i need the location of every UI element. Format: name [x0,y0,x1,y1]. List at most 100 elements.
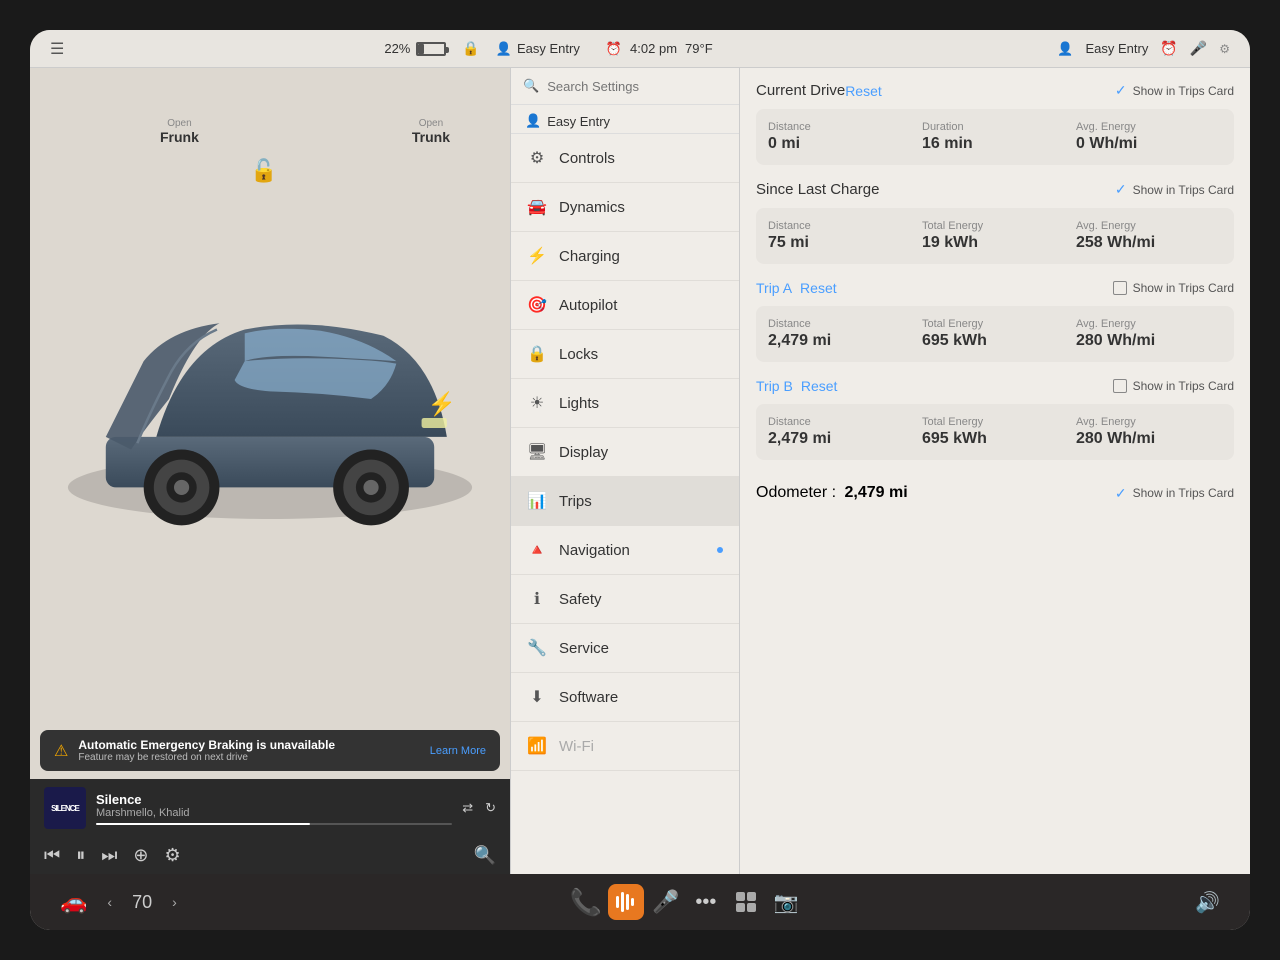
charge-avg-energy-cell: Avg. Energy 258 Wh/mi [1076,220,1222,252]
service-label: Service [559,640,609,657]
search-music-button[interactable]: 🔍 [474,845,496,866]
trip-a-checkbox[interactable] [1113,281,1127,295]
trip-b-grid: Distance 2,479 mi Total Energy 695 kWh A… [756,404,1234,460]
search-input[interactable] [547,79,727,94]
navigation-icon: 🔺 [527,540,547,560]
menu-item-wifi[interactable]: 📶 Wi-Fi [511,722,739,771]
current-distance-cell: Distance 0 mi [768,121,914,153]
navigation-label: Navigation [559,542,630,559]
camera-icon[interactable]: 📷 [768,884,804,920]
profile-icon: 👤 [496,41,512,57]
search-bar[interactable]: 🔍 [511,68,739,105]
trip-b-title: Trip B [756,378,793,394]
frunk-label[interactable]: Open Frunk [160,118,199,145]
prev-track-button[interactable]: ⏮ [44,845,60,866]
voice-assistant-icon[interactable] [608,884,644,920]
profile-header-icon: 👤 [525,113,541,129]
settings-profile-header: 👤 Easy Entry [511,105,739,134]
menu-item-service[interactable]: 🔧 Service [511,624,739,673]
since-charge-title: Since Last Charge [756,181,879,198]
current-drive-header: Current Drive Reset ✓ Show in Trips Card [756,82,1234,99]
menu-item-navigation[interactable]: 🔺 Navigation [511,526,739,575]
controls-label: Controls [559,150,615,167]
current-energy-cell: Avg. Energy 0 Wh/mi [1076,121,1222,153]
trip-a-energy-cell: Total Energy 695 kWh [922,318,1068,350]
equalizer-button[interactable]: ⚙ [165,845,181,866]
odometer-show-trips[interactable]: ✓ Show in Trips Card [1115,485,1234,502]
menu-item-display[interactable]: 🖥 Display [511,428,739,477]
profile-name[interactable]: Easy Entry [517,41,580,56]
menu-item-software[interactable]: ⬇ Software [511,673,739,722]
alarm-icon: ⏰ [606,41,622,57]
display-label: Display [559,444,608,461]
trip-a-reset[interactable]: Reset [800,280,837,296]
music-info: Silence Marshmello, Khalid [96,792,452,825]
menu-item-autopilot[interactable]: 🎯 Autopilot [511,281,739,330]
trips-icon: 📊 [527,491,547,511]
service-icon: 🔧 [527,638,547,658]
music-player: SILENCE Silence Marshmello, Khalid ⇄ ↻ [30,779,510,837]
software-icon: ⬇ [527,687,547,707]
menu-item-locks[interactable]: 🔒 Locks [511,330,739,379]
music-artist: Marshmello, Khalid [96,807,452,819]
odometer-checkbox[interactable]: ✓ [1115,485,1127,502]
trip-a-distance-value: 2,479 mi [768,332,914,350]
wifi-label: Wi-Fi [559,738,594,755]
extra-icon-1: ⚙ [1219,42,1230,56]
since-charge-show-trips[interactable]: ✓ Show in Trips Card [1115,181,1234,198]
dynamics-icon: 🚘 [527,197,547,217]
mic-taskbar-icon[interactable]: 🎤 [648,884,684,920]
trunk-open-label: Open [412,118,450,129]
trip-b-checkbox[interactable] [1113,379,1127,393]
trip-a-distance-label: Distance [768,318,914,330]
trip-b-total-energy-label: Total Energy [922,416,1068,428]
current-drive-checkbox[interactable]: ✓ [1115,82,1127,99]
trip-a-show-trips[interactable]: Show in Trips Card [1113,281,1234,295]
menu-icon[interactable]: ☰ [50,39,64,59]
menu-item-trips[interactable]: 📊 Trips [511,477,739,526]
trip-b-distance-value: 2,479 mi [768,430,914,448]
trips-label: Trips [559,493,592,510]
odometer-value: 2,479 mi [844,484,907,501]
trunk-label[interactable]: Open Trunk [412,118,450,145]
trip-b-reset[interactable]: Reset [801,378,838,394]
lights-label: Lights [559,395,599,412]
trip-b-distance-label: Distance [768,416,914,428]
menu-item-safety[interactable]: ℹ Safety [511,575,739,624]
search-icon: 🔍 [523,78,539,94]
add-button[interactable]: ⊕ [133,845,148,866]
menu-item-controls[interactable]: ⚙ Controls [511,134,739,183]
music-progress[interactable] [96,823,452,825]
charging-icon: ⚡ [527,246,547,266]
charge-distance-label: Distance [768,220,914,232]
temp-arrow-left[interactable]: ‹ [107,894,112,910]
trip-b-show-trips[interactable]: Show in Trips Card [1113,379,1234,393]
profile-icon-right: 👤 [1057,41,1073,57]
repeat-icon[interactable]: ↻ [485,800,496,816]
temp-arrow-right[interactable]: › [172,894,177,910]
learn-more-button[interactable]: Learn More [430,745,486,757]
since-charge-checkbox[interactable]: ✓ [1115,181,1127,198]
menu-item-dynamics[interactable]: 🚘 Dynamics [511,183,739,232]
menu-item-charging[interactable]: ⚡ Charging [511,232,739,281]
grid-taskbar-icon[interactable] [728,884,764,920]
current-drive-reset[interactable]: Reset [845,83,882,99]
left-panel: Open Frunk Open Trunk [30,68,510,874]
locks-label: Locks [559,346,598,363]
dots-icon[interactable]: ••• [688,884,724,920]
phone-icon[interactable]: 📞 [568,884,604,920]
current-drive-show-trips[interactable]: ✓ Show in Trips Card [1115,82,1234,99]
car-taskbar-icon[interactable]: 🚗 [60,889,87,915]
trip-a-title: Trip A [756,280,792,296]
music-controls[interactable]: ⇄ ↻ [462,800,496,816]
play-pause-button[interactable]: ⏸ [76,845,85,866]
shuffle-icon[interactable]: ⇄ [462,800,473,816]
volume-icon[interactable]: 🔊 [1195,890,1220,915]
next-track-button[interactable]: ⏭ [101,845,117,866]
menu-item-lights[interactable]: ☀ Lights [511,379,739,428]
profile-name-right[interactable]: Easy Entry [1086,41,1149,56]
playback-controls[interactable]: ⏮ ⏸ ⏭ ⊕ ⚙ 🔍 [30,837,510,874]
trip-b-avg-energy-value: 280 Wh/mi [1076,430,1222,448]
time-section: ⏰ 4:02 pm 79°F [606,41,713,57]
taskbar-center[interactable]: 📞 🎤 ••• [568,884,804,920]
